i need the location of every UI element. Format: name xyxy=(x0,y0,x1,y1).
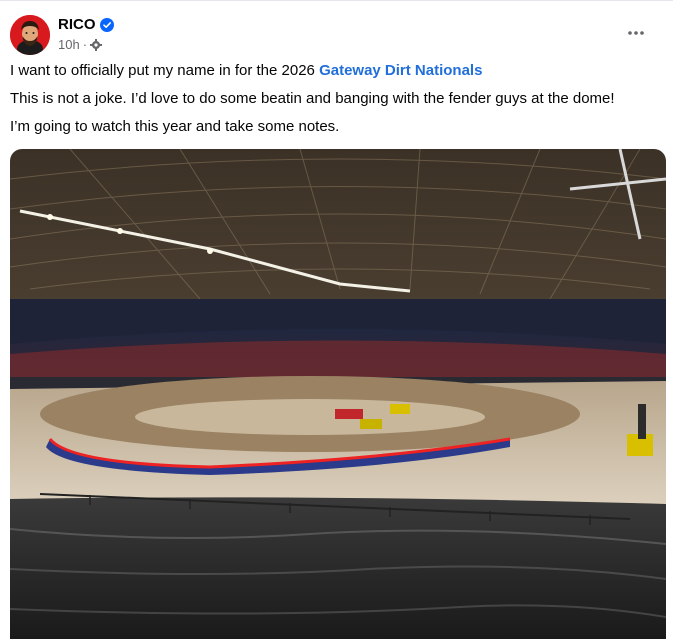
post-body: I want to officially put my name in for … xyxy=(10,61,660,145)
post-line-1-text: I want to officially put my name in for … xyxy=(10,62,320,79)
gear-icon[interactable] xyxy=(90,38,103,51)
more-options-icon xyxy=(628,31,644,35)
post-meta: 10h · xyxy=(58,37,103,52)
meta-separator: · xyxy=(82,37,88,52)
author-avatar[interactable] xyxy=(10,15,50,55)
post-photo[interactable] xyxy=(10,149,666,639)
dome-arena-photo xyxy=(10,149,666,639)
verified-badge-icon xyxy=(99,17,114,32)
post-line-2: This is not a joke. I’d love to do some … xyxy=(10,90,615,107)
post-line-1: I want to officially put my name in for … xyxy=(10,61,660,81)
author-name-row: RICO xyxy=(58,16,114,33)
post-header: RICO 10h · xyxy=(10,13,660,57)
event-link[interactable]: Gateway Dirt Nationals xyxy=(319,62,482,79)
post-line-3: I’m going to watch this year and take so… xyxy=(10,118,340,135)
avatar-illustration xyxy=(10,15,50,55)
more-options-button[interactable] xyxy=(620,17,652,49)
author-name[interactable]: RICO xyxy=(58,16,96,33)
post-card: RICO 10h · I want to officially put my n… xyxy=(0,0,673,639)
post-timestamp[interactable]: 10h xyxy=(58,37,80,52)
